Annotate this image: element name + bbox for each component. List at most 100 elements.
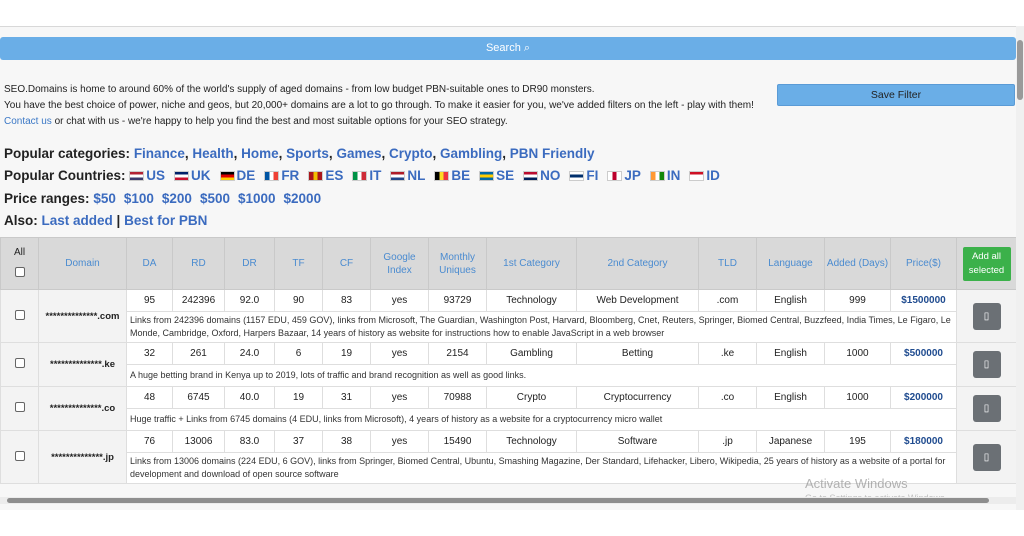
column-header-rd[interactable]: RD — [172, 237, 225, 290]
country-link-id[interactable]: ID — [689, 168, 720, 183]
best-for-pbn-link[interactable]: Best for PBN — [124, 213, 207, 228]
country-link-nl[interactable]: NL — [390, 168, 425, 183]
vertical-scrollbar-thumb[interactable] — [1017, 40, 1023, 100]
price-range-link-200[interactable]: $200 — [162, 191, 192, 206]
price-ranges-label: Price ranges: — [4, 191, 90, 206]
table-row: **************.jp 76 13006 83.0 37 38 yes 15490… — [0, 430, 1016, 484]
row-checkbox[interactable] — [14, 450, 25, 461]
country-link-it[interactable]: IT — [352, 168, 381, 183]
country-link-de[interactable]: DE — [219, 168, 256, 183]
category-link-gambling[interactable]: Gambling — [440, 146, 502, 161]
dr-cell: 83.0 — [224, 430, 275, 453]
search-button[interactable]: Search ⌕ — [0, 37, 1016, 60]
price-range-link-500[interactable]: $500 — [200, 191, 230, 206]
flag-it-icon — [352, 171, 368, 181]
domain-description: Huge traffic + Links from 6745 domains (… — [126, 408, 957, 431]
category-link-crypto[interactable]: Crypto — [389, 146, 433, 161]
category-link-games[interactable]: Games — [336, 146, 381, 161]
country-link-no[interactable]: NO — [523, 168, 560, 183]
browser-page: Search ⌕ SEO.Domains is home to around 6… — [0, 0, 1024, 536]
column-header-domain[interactable]: Domain — [38, 237, 127, 290]
country-code: DE — [236, 168, 256, 183]
price-range-link-100[interactable]: $100 — [124, 191, 154, 206]
price-range-link-2000[interactable]: $2000 — [284, 191, 322, 206]
cart-icon: ▯ — [983, 403, 990, 414]
intro-line-3-text: or chat with us - we're happy to help yo… — [51, 116, 508, 127]
country-link-jp[interactable]: JP — [607, 168, 641, 183]
save-filter-button[interactable]: Save Filter — [777, 84, 1015, 106]
column-header-language[interactable]: Language — [756, 237, 825, 290]
rd-cell: 13006 — [172, 430, 225, 453]
country-link-be[interactable]: BE — [434, 168, 470, 183]
country-link-us[interactable]: US — [129, 168, 165, 183]
dr-cell: 92.0 — [224, 289, 275, 312]
flag-fr-icon — [264, 171, 280, 181]
add-to-cart-button[interactable]: ▯ — [972, 395, 1001, 422]
country-link-se[interactable]: SE — [479, 168, 514, 183]
flag-fi-icon — [569, 171, 585, 181]
row-checkbox[interactable] — [14, 309, 25, 320]
column-header-cf[interactable]: CF — [322, 237, 371, 290]
row-action-cell: ▯ — [956, 430, 1016, 484]
column-header-price[interactable]: Price($) — [890, 237, 957, 290]
column-header-2nd-category[interactable]: 2nd Category — [576, 237, 699, 290]
column-header-tf[interactable]: TF — [274, 237, 323, 290]
tld-cell: .com — [698, 289, 757, 312]
last-added-link[interactable]: Last added — [42, 213, 113, 228]
language-cell: English — [756, 289, 825, 312]
column-header-added-days[interactable]: Added (Days) — [824, 237, 891, 290]
price-range-link-1000[interactable]: $1000 — [238, 191, 276, 206]
country-link-in[interactable]: IN — [649, 168, 681, 183]
category-link-pbn-friendly[interactable]: PBN Friendly — [510, 146, 595, 161]
category-link-health[interactable]: Health — [192, 146, 233, 161]
column-header-da[interactable]: DA — [126, 237, 173, 290]
column-header-tld[interactable]: TLD — [698, 237, 757, 290]
country-link-fi[interactable]: FI — [569, 168, 598, 183]
contact-us-link[interactable]: Contact us — [4, 116, 52, 127]
flag-us-icon — [129, 171, 145, 181]
horizontal-scrollbar-thumb[interactable] — [7, 498, 989, 503]
add-all-selected-button[interactable]: Add all selected — [962, 246, 1011, 281]
add-to-cart-button[interactable]: ▯ — [972, 302, 1001, 330]
price-links: $50 $100 $200 $500 $1000 $2000 — [93, 191, 329, 206]
rd-cell: 242396 — [172, 289, 225, 312]
google-index-cell: yes — [370, 289, 429, 312]
1st-category-cell: Gambling — [486, 342, 577, 365]
price-range-link-50[interactable]: $50 — [93, 191, 116, 206]
category-link-finance[interactable]: Finance — [134, 146, 185, 161]
row-checkbox[interactable] — [14, 358, 25, 368]
tld-cell: .jp — [698, 430, 757, 453]
table-row-description: Huge traffic + Links from 6745 domains (… — [1, 408, 1017, 431]
language-cell: English — [756, 386, 825, 409]
2nd-category-cell: Software — [576, 430, 699, 453]
language-cell: Japanese — [756, 430, 825, 453]
popular-categories: Popular categories: Finance, Health, Hom… — [4, 146, 595, 161]
column-header-google-index[interactable]: Google Index — [370, 237, 429, 290]
country-code: NO — [540, 168, 561, 183]
price-cell: $500000 — [890, 342, 957, 365]
column-header-monthly-uniques[interactable]: Monthly Uniques — [428, 237, 487, 290]
cart-icon: ▯ — [983, 359, 990, 370]
add-to-cart-button[interactable]: ▯ — [972, 351, 1001, 378]
country-link-fr[interactable]: FR — [264, 168, 299, 183]
country-code: NL — [407, 168, 426, 183]
country-link-es[interactable]: ES — [308, 168, 343, 183]
row-checkbox[interactable] — [14, 402, 25, 412]
also-separator: | — [116, 213, 121, 228]
category-link-sports[interactable]: Sports — [286, 146, 329, 161]
select-all-checkbox[interactable] — [14, 267, 25, 277]
added-days-cell: 1000 — [824, 342, 891, 365]
category-link-home[interactable]: Home — [241, 146, 279, 161]
country-code: IN — [666, 168, 681, 183]
country-link-uk[interactable]: UK — [174, 168, 211, 183]
flag-de-icon — [219, 171, 235, 181]
country-code: FR — [281, 168, 300, 183]
add-to-cart-button[interactable]: ▯ — [972, 443, 1001, 471]
column-header-dr[interactable]: DR — [224, 237, 275, 290]
intro-line-1: SEO.Domains is home to around 60% of the… — [4, 84, 595, 95]
country-code: BE — [451, 168, 471, 183]
row-action-cell: ▯ — [956, 289, 1016, 343]
column-header-1st-category[interactable]: 1st Category — [486, 237, 577, 290]
flag-be-icon — [434, 171, 450, 181]
table-row: **************.co 48 6745 40.0 19 31 yes 70988 C… — [0, 386, 1016, 431]
